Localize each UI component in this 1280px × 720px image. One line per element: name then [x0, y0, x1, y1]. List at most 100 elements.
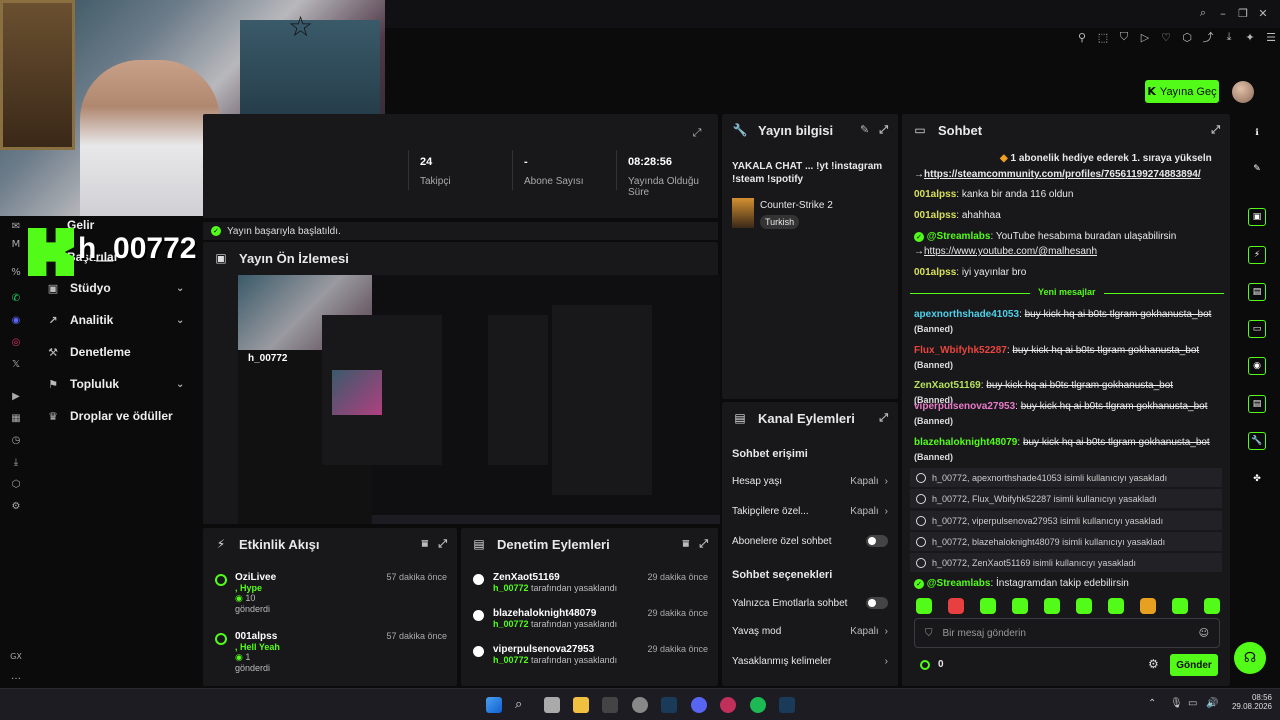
download-icon[interactable]: ⤓ [10, 456, 22, 468]
discord-icon[interactable]: ◉ [10, 314, 22, 326]
nav-community[interactable]: ⚑ Topluluk ⌄ [46, 377, 184, 391]
support-button[interactable]: ☊ [1234, 642, 1266, 674]
mail-icon[interactable]: M [10, 238, 22, 250]
subs-only-toggle[interactable] [866, 535, 888, 547]
nav-analytics[interactable]: ↗ Analitik ⌄ [46, 313, 184, 327]
spotify-icon[interactable] [750, 697, 766, 713]
apps-icon[interactable]: ✤ [1248, 470, 1266, 488]
mic-icon[interactable]: 🎙 [1170, 698, 1183, 709]
scroll-icon[interactable]: ✉ [10, 220, 22, 232]
edit-icon[interactable]: ✎ [1248, 160, 1266, 178]
more-icon[interactable]: … [10, 670, 22, 682]
verified-icon: ✓ [914, 232, 924, 242]
emote-icon[interactable] [1044, 598, 1060, 614]
pin-icon[interactable]: ⚲ [1075, 30, 1089, 44]
emote-icon[interactable] [1172, 598, 1188, 614]
chat-message: 001alpss: ahahhaa [914, 210, 1001, 221]
account-age-setting[interactable]: Hesap yaşı Kapalı › [732, 476, 888, 487]
nav-moderation[interactable]: ⚒ Denetleme [46, 345, 131, 359]
send-button[interactable]: Gönder [1170, 654, 1218, 676]
nav-studio[interactable]: ▣ Stüdyo ⌄ [46, 281, 185, 295]
screenshot-icon[interactable]: ⬚ [1096, 30, 1110, 44]
ban-icon [916, 515, 926, 526]
video-icon[interactable]: ▣ [1248, 208, 1266, 226]
emote-icon[interactable] [1076, 598, 1092, 614]
emote-icon[interactable] [948, 598, 964, 614]
steam-icon[interactable] [661, 697, 677, 713]
slow-mode-setting[interactable]: Yavaş mod Kapalı › [732, 626, 888, 637]
ai-icon[interactable]: ✦ [1243, 30, 1257, 44]
filter-icon[interactable]: ⩸ [682, 537, 689, 551]
filter-icon[interactable]: ⩸ [421, 537, 428, 551]
percent-icon[interactable]: % [10, 266, 22, 278]
user-avatar[interactable] [1232, 81, 1254, 103]
expand-icon[interactable]: ⤢ [699, 537, 708, 551]
play-icon[interactable]: ▷ [1138, 30, 1152, 44]
restore-icon[interactable]: ❐ [1236, 6, 1250, 20]
settings-icon[interactable]: ⚙ [1148, 657, 1159, 671]
edit-icon[interactable]: ✎ [860, 123, 869, 137]
discord-icon[interactable] [691, 697, 707, 713]
opera-gx-icon[interactable] [720, 697, 736, 713]
instagram-icon[interactable]: ◎ [10, 336, 22, 348]
lightning-icon[interactable]: ⚡ [1248, 246, 1266, 264]
history-icon[interactable]: ◷ [10, 434, 22, 446]
steam-link[interactable]: https://steamcommunity.com/profiles/7656… [924, 169, 1201, 180]
search-icon[interactable]: ⌕ [515, 697, 531, 713]
windows-start-icon[interactable] [486, 697, 502, 713]
expand-icon[interactable]: ⤢ [879, 123, 888, 137]
emote-icon[interactable] [1108, 598, 1124, 614]
emote-icon[interactable] [916, 598, 932, 614]
file-explorer-icon[interactable] [573, 697, 589, 713]
clock[interactable]: 08:56 29.08.2026 [1228, 693, 1272, 711]
expand-icon[interactable]: ⤢ [1211, 123, 1220, 137]
emotes-only-toggle[interactable] [866, 597, 888, 609]
menu-icon[interactable]: ☰ [1264, 30, 1278, 44]
expand-icon[interactable]: ⤢ [438, 537, 447, 551]
heart-icon[interactable]: ♡ [1159, 30, 1173, 44]
chat-icon[interactable]: ▭ [1248, 320, 1266, 338]
play-circle-icon[interactable]: ▶ [10, 390, 22, 402]
volume-icon[interactable]: 🔊 [1206, 698, 1218, 709]
download-icon[interactable]: ⤓ [1222, 30, 1236, 44]
expand-icon[interactable]: ⤢ [879, 411, 888, 425]
taskview-icon[interactable] [544, 697, 560, 713]
settings-icon[interactable]: ⚙ [10, 500, 22, 512]
cube-icon[interactable]: ⬡ [10, 478, 22, 490]
go-live-button[interactable]: K Yayına Geç [1145, 80, 1219, 103]
youtube-link[interactable]: https://www.youtube.com/@malhesanh [924, 246, 1097, 257]
shield-icon[interactable]: ⛉ [1117, 30, 1131, 44]
obs-icon[interactable] [632, 697, 648, 713]
app-icon[interactable] [602, 697, 618, 713]
wrench-icon[interactable]: 🔧 [1248, 432, 1266, 450]
tray-chevron-icon[interactable]: ⌃ [1148, 698, 1156, 709]
windows-taskbar: ⌕ ⌃ 🎙 ▭ 🔊 08:56 29.08.2026 [0, 688, 1280, 720]
list-icon[interactable]: ▤ [1248, 283, 1266, 301]
whatsapp-icon[interactable]: ✆ [10, 292, 22, 304]
emote-icon[interactable] [980, 598, 996, 614]
expand-icon[interactable]: ⤢ [690, 126, 704, 140]
points-display[interactable]: 0 [920, 659, 944, 670]
chat-input[interactable]: ⛉ Bir mesaj gönderin ☺ [914, 618, 1220, 648]
info-icon[interactable]: ℹ [1248, 124, 1266, 142]
followers-only-setting[interactable]: Takipçilere özel... Kapalı › [732, 506, 888, 517]
steam-icon[interactable] [779, 697, 795, 713]
stream-preview-video[interactable]: h_00772 [238, 275, 720, 524]
emote-icon[interactable] [1140, 598, 1156, 614]
emote-icon[interactable] [1012, 598, 1028, 614]
search-icon[interactable]: ⌕ [1196, 6, 1210, 20]
banned-words-setting[interactable]: Yasaklanmış kelimeler › [732, 656, 888, 667]
nav-drops[interactable]: ♛ Droplar ve ödüller [46, 409, 173, 423]
minimize-icon[interactable]: – [1216, 6, 1230, 20]
kick-gift-icon [215, 633, 227, 645]
x-icon[interactable]: 𝕏 [10, 358, 22, 370]
grid-icon[interactable]: ▦ [10, 412, 22, 424]
record-icon[interactable]: ◉ [1248, 357, 1266, 375]
emote-icon[interactable] [1204, 598, 1220, 614]
storefront-icon[interactable]: ▤ [1248, 395, 1266, 413]
close-icon[interactable]: ✕ [1256, 6, 1270, 20]
cube-icon[interactable]: ⬡ [1180, 30, 1194, 44]
share-icon[interactable]: ⤴ [1201, 30, 1215, 44]
emoji-icon[interactable]: ☺ [1199, 628, 1209, 639]
network-icon[interactable]: ▭ [1188, 698, 1197, 709]
